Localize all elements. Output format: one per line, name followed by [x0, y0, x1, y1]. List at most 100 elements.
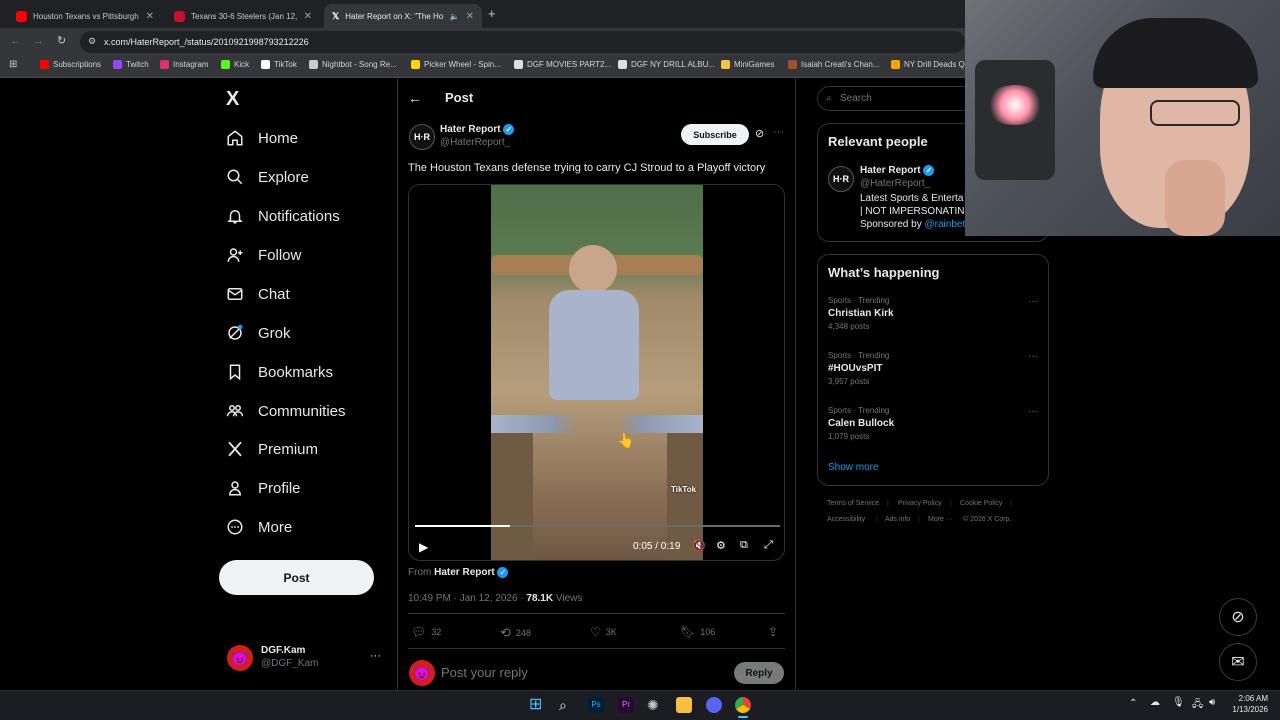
trend-item[interactable]: Sports · Trending #HOUvsPIT 3,957 posts … — [828, 351, 1038, 386]
play-icon[interactable]: ▶ — [419, 540, 428, 554]
nav-label: Bookmarks — [258, 363, 334, 381]
trend-more-icon[interactable]: ··· — [1028, 406, 1038, 417]
nav-premium[interactable]: Premium — [226, 440, 318, 458]
close-icon[interactable]: ✕ — [304, 11, 312, 22]
footer-terms[interactable]: Terms of Service — [827, 500, 879, 507]
messages-floating-button[interactable]: ✉ — [1219, 643, 1257, 681]
chrome-icon[interactable] — [735, 697, 751, 713]
bookmark-instagram[interactable]: Instagram — [160, 60, 209, 69]
nav-grok[interactable]: Grok — [226, 324, 291, 342]
forward-icon[interactable]: → — [33, 35, 44, 47]
bookmark-twitch[interactable]: Twitch — [113, 60, 149, 69]
file-explorer-icon[interactable] — [676, 697, 692, 713]
avatar[interactable]: 😈 — [227, 645, 253, 671]
fullscreen-icon[interactable]: ⤢ — [764, 539, 773, 552]
mute-icon[interactable]: 🔇 — [692, 539, 706, 552]
video-progress-track[interactable] — [415, 525, 780, 527]
bookmark-dgf-ny-drill[interactable]: DGF NY DRILL ALBU... — [618, 60, 715, 69]
child-legs — [491, 415, 703, 433]
video-player[interactable]: TikTok ▶ 0:05 / 0:19 🔇 ⚙ ⧉ ⤢ — [408, 184, 785, 561]
share-action[interactable]: ⇪ — [768, 625, 778, 639]
relevant-person[interactable]: Hater Report ✓ @HaterReport_ Latest Spor… — [860, 165, 972, 230]
nav-follow[interactable]: Follow — [226, 246, 301, 264]
bookmark-kick[interactable]: Kick — [221, 60, 249, 69]
author-avatar[interactable]: H·R — [409, 124, 435, 150]
back-arrow-icon[interactable]: ← — [408, 90, 422, 106]
volume-icon[interactable]: 🔊︎ — [1209, 697, 1215, 708]
settings-icon[interactable]: ⚙ — [716, 539, 726, 552]
footer-cookie[interactable]: Cookie Policy — [960, 500, 1002, 507]
browser-tab-1[interactable]: Houston Texans vs Pittsburgh S ✕ — [8, 4, 162, 28]
new-tab-button[interactable]: + — [488, 6, 496, 21]
reply-action[interactable]: 💬︎ 32 — [411, 625, 441, 639]
nav-home[interactable]: Home — [226, 129, 298, 147]
nav-more[interactable]: More — [226, 518, 292, 536]
search-icon[interactable]: ⌕ — [559, 697, 575, 713]
footer-more[interactable]: More ··· — [928, 516, 953, 523]
trend-item[interactable]: Sports · Trending Calen Bullock 1,079 po… — [828, 406, 1038, 441]
grok-floating-button[interactable]: ⊘ — [1219, 598, 1257, 636]
nav-bookmarks[interactable]: Bookmarks — [226, 363, 333, 381]
trend-item[interactable]: Sports · Trending Christian Kirk 4,348 p… — [828, 296, 1038, 331]
address-bar[interactable]: ⚙ x.com/HaterReport_/status/201092199879… — [80, 31, 965, 53]
close-icon[interactable]: ✕ — [466, 11, 474, 22]
bookmark-action[interactable]: 🔖︎ 106 — [680, 625, 715, 639]
more-options-icon[interactable]: ··· — [773, 126, 784, 138]
reply-input[interactable]: Post your reply — [441, 665, 528, 680]
bookmark-pickerwheel[interactable]: Picker Wheel - Spin... — [411, 60, 501, 69]
trend-more-icon[interactable]: ··· — [1028, 296, 1038, 307]
repost-action[interactable]: ⟲ 248 — [500, 625, 531, 641]
like-action[interactable]: ♡ 3K — [590, 625, 617, 639]
reply-button[interactable]: Reply — [734, 662, 784, 684]
cloud-icon[interactable]: ☁ — [1150, 697, 1160, 708]
author-info[interactable]: Hater Report ✓ @HaterReport_ — [440, 124, 515, 148]
apps-grid-icon[interactable]: ⊞ — [9, 59, 17, 70]
x-logo[interactable]: X — [226, 88, 239, 111]
site-info-icon[interactable]: ⚙ — [88, 36, 96, 47]
nav-chat[interactable]: Chat — [226, 285, 290, 303]
subscribe-button[interactable]: Subscribe — [681, 124, 749, 145]
nav-notifications[interactable]: Notifications — [226, 207, 340, 225]
source-name[interactable]: Hater Report — [434, 567, 495, 578]
bookmark-subscriptions[interactable]: Subscriptions — [40, 60, 101, 69]
microphone-icon[interactable]: 🎙︎ — [1172, 697, 1185, 708]
discord-icon[interactable] — [706, 697, 722, 713]
trend-more-icon[interactable]: ··· — [1028, 351, 1038, 362]
windows-start-icon[interactable]: ⊞ — [529, 697, 545, 713]
network-icon[interactable]: 🖧 — [1192, 697, 1203, 714]
post-text: The Houston Texans defense trying to car… — [408, 162, 766, 174]
account-switcher[interactable]: DGF.Kam @DGF_Kam — [261, 645, 318, 669]
post-button[interactable]: Post — [219, 560, 374, 595]
browser-tab-2[interactable]: Texans 30-6 Steelers (Jan 12, 20 ✕ — [166, 4, 320, 28]
bookmark-ny-drill-deads[interactable]: NY Drill Deads Qu... — [891, 60, 976, 69]
chatgpt-icon[interactable]: ✺ — [647, 697, 663, 713]
system-clock[interactable]: 2:06 AM 1/13/2026 — [1228, 694, 1268, 714]
person-avatar[interactable]: H·R — [828, 166, 854, 192]
bookmark-label: Twitch — [126, 60, 149, 69]
nav-communities[interactable]: Communities — [226, 402, 346, 420]
back-icon[interactable]: ← — [10, 35, 21, 47]
post-timestamp[interactable]: 10:49 PM · Jan 12, 2026 · — [408, 593, 524, 604]
account-more-button[interactable]: ··· — [370, 650, 381, 662]
bookmark-isaiah[interactable]: Isaiah Creati's Chan... — [788, 60, 879, 69]
picture-in-picture-icon[interactable]: ⧉ — [740, 539, 748, 552]
footer-accessibility[interactable]: Accessibility — [827, 516, 865, 523]
browser-tab-3[interactable]: 𝕏 Hater Report on X: "The Ho 🔈 ✕ — [324, 4, 482, 28]
footer-ads[interactable]: Ads info — [885, 516, 910, 523]
photoshop-icon[interactable]: Ps — [588, 697, 604, 713]
nav-profile[interactable]: Profile — [226, 479, 301, 497]
nav-explore[interactable]: Explore — [226, 168, 309, 186]
bookmark-nightbot[interactable]: Nightbot - Song Re... — [309, 60, 397, 69]
bookmark-dgf-movies[interactable]: DGF MOVIES PART2... — [514, 60, 611, 69]
reload-icon[interactable]: ↻ — [57, 34, 66, 47]
sponsor-link[interactable]: @rainbet — [925, 219, 966, 230]
premiere-icon[interactable]: Pr — [618, 697, 634, 713]
bookmark-tiktok[interactable]: TikTok — [261, 60, 297, 69]
footer-privacy[interactable]: Privacy Policy — [898, 500, 942, 507]
grok-icon[interactable]: ⊘ — [755, 127, 764, 140]
show-more-link[interactable]: Show more — [828, 462, 879, 473]
bookmark-minigames[interactable]: MiniGames — [721, 60, 774, 69]
speaker-icon[interactable]: 🔈 — [450, 12, 460, 21]
close-icon[interactable]: ✕ — [146, 11, 154, 22]
chevron-up-icon[interactable]: ⌃ — [1129, 698, 1137, 709]
